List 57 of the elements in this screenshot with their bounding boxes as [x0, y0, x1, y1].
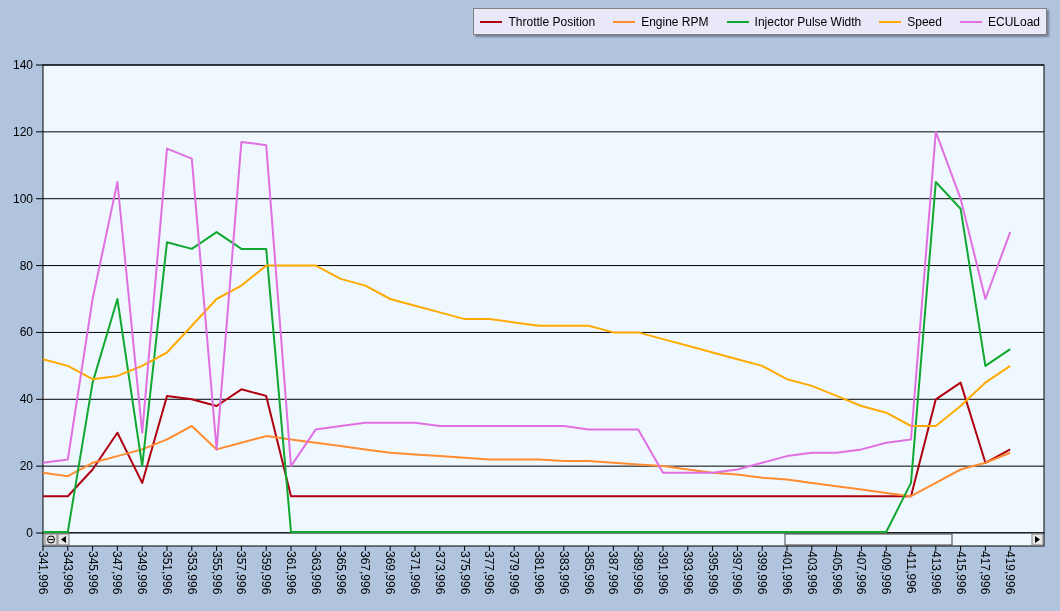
y-tick-label: 80: [19, 258, 33, 273]
x-tick-label: 363,996: [308, 551, 323, 595]
legend-label: Engine RPM: [641, 13, 709, 31]
legend-label: Throttle Position: [508, 13, 596, 31]
x-tick-label: 349,996: [135, 551, 150, 595]
y-tick-label: 140: [12, 58, 33, 72]
y-tick-label: 40: [19, 392, 33, 407]
x-tick-label: 341,996: [36, 551, 50, 595]
zoom-reset-button[interactable]: [44, 533, 58, 546]
x-tick-label: 373,996: [432, 551, 447, 595]
x-tick-label: 411,996: [904, 551, 918, 594]
x-tick-label: 359,996: [259, 551, 274, 595]
x-tick-label: 345,996: [85, 551, 100, 595]
x-tick-label: 417,996: [978, 551, 993, 595]
x-tick-label: 385,996: [581, 551, 596, 595]
y-tick-label: 60: [19, 325, 33, 340]
legend-label: Speed: [907, 13, 942, 31]
x-tick-label: 415,996: [953, 551, 968, 595]
legend-label: ECULoad: [987, 13, 1040, 31]
y-tick-label: 20: [19, 459, 33, 474]
x-tick-label: 407,996: [854, 551, 869, 595]
x-tick-label: 391,996: [656, 551, 670, 595]
scroll-right-button[interactable]: [1031, 533, 1044, 546]
x-tick-label: 413,996: [928, 551, 943, 595]
x-tick-label: 357,996: [234, 551, 249, 595]
x-tick-label: 343,996: [60, 551, 75, 595]
x-tick-label: 389,996: [631, 551, 646, 595]
legend-label: Injector Pulse Width: [754, 13, 862, 31]
x-tick-label: 365,996: [333, 551, 348, 595]
y-tick-label: 100: [12, 191, 33, 206]
x-tick-label: 395,996: [705, 551, 720, 595]
x-tick-label: 403,996: [804, 551, 819, 595]
x-tick-label: 351,996: [160, 551, 174, 595]
x-tick-label: 409,996: [879, 551, 894, 595]
x-tick-label: 381,996: [532, 551, 546, 595]
x-tick-label: 419,996: [1003, 551, 1018, 595]
x-tick-label: 405,996: [829, 551, 844, 595]
x-tick-label: 377,996: [482, 551, 497, 595]
x-tick-label: 375,996: [457, 551, 472, 595]
scroll-left-button[interactable]: [57, 533, 70, 546]
x-tick-label: 353,996: [184, 551, 199, 595]
x-tick-label: 393,996: [680, 551, 695, 595]
x-tick-label: 371,996: [408, 551, 422, 595]
x-tick-label: 383,996: [556, 551, 571, 595]
x-tick-label: 355,996: [209, 551, 224, 595]
y-tick-label: 0: [26, 526, 33, 540]
y-tick-label: 120: [12, 124, 33, 139]
x-tick-label: 387,996: [606, 551, 621, 595]
scrollbar-thumb[interactable]: [784, 533, 953, 546]
x-tick-label: 399,996: [755, 551, 770, 595]
x-tick-label: 397,996: [730, 551, 745, 595]
x-tick-label: 401,996: [780, 551, 794, 595]
x-tick-label: 379,996: [507, 551, 522, 595]
x-tick-label: 347,996: [110, 551, 125, 595]
x-tick-label: 369,996: [383, 551, 398, 595]
x-tick-label: 367,996: [358, 551, 373, 595]
x-tick-label: 361,996: [284, 551, 298, 595]
